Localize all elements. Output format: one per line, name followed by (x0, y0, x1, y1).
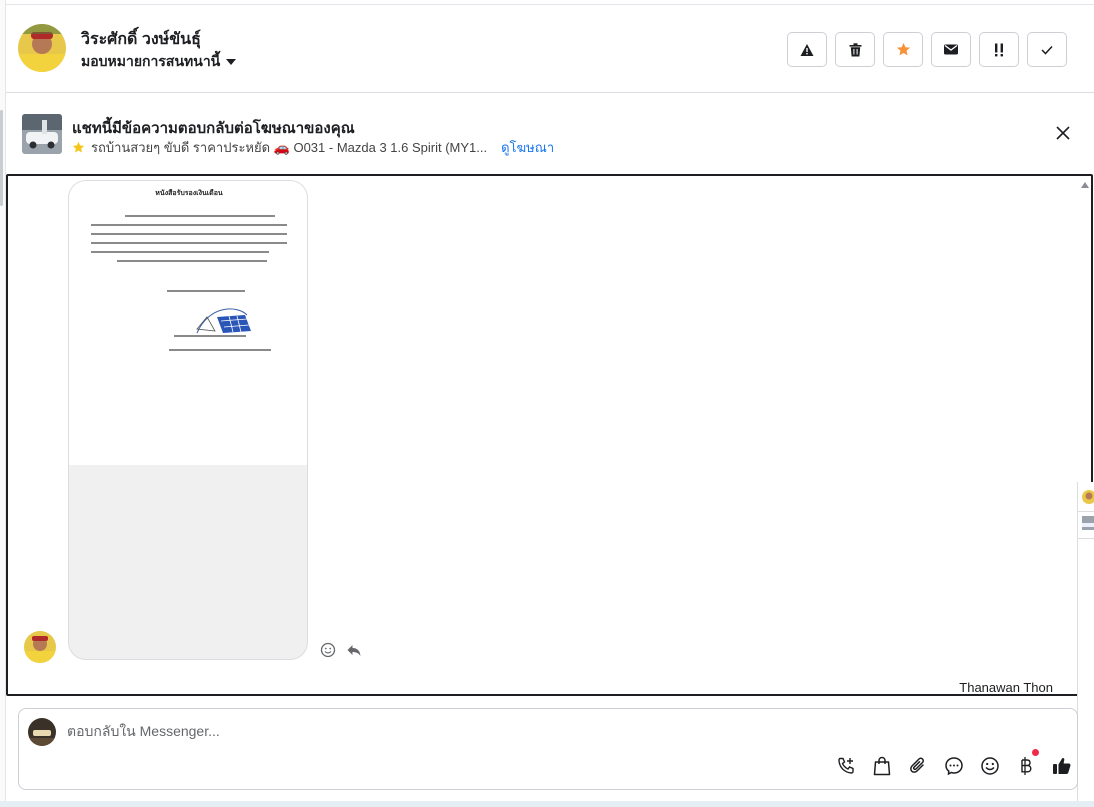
close-icon[interactable] (1054, 124, 1072, 142)
shopping-bag-icon (873, 756, 891, 776)
mark-done-button[interactable] (1027, 32, 1067, 67)
contact-name[interactable]: วิระศักดิ์ วงษ์ขันธุ์ (81, 27, 201, 52)
document-heading: หนังสือรับรองเงินเดือน (155, 189, 223, 197)
caret-down-icon (226, 59, 237, 65)
side-conversation-strip (1077, 482, 1094, 807)
assign-conversation-dropdown[interactable]: มอบหมายการสนทนานี้ (81, 51, 237, 73)
reply-icon[interactable] (346, 642, 362, 658)
important-icon (995, 43, 1003, 56)
contact-avatar[interactable] (18, 24, 66, 72)
warning-icon (800, 43, 814, 56)
page-avatar (28, 718, 56, 746)
star-icon (72, 141, 85, 153)
message-thread[interactable]: หนังสือรับรองเงินเดือน Thanawan Thon (6, 174, 1093, 696)
conversation-header: วิระศักดิ์ วงษ์ขันธุ์ มอบหมายการสนทนานี้ (6, 5, 1094, 93)
saved-replies-button[interactable] (943, 755, 965, 777)
baht-icon (1021, 757, 1032, 775)
paperclip-icon (910, 757, 924, 773)
follow-up-button[interactable] (979, 32, 1019, 67)
phone-add-icon (838, 757, 854, 774)
divider (1078, 511, 1094, 512)
composer-tools (835, 749, 1073, 777)
bottom-bar (0, 801, 1094, 807)
divider (1078, 538, 1094, 539)
messenger-inbox: วิระศักดิ์ วงษ์ขันธุ์ มอบหมายการสนทนานี้ (0, 0, 1094, 807)
check-icon (1041, 45, 1053, 55)
react-emoji-icon[interactable] (320, 642, 336, 658)
document-preview: หนังสือรับรองเงินเดือน (69, 181, 307, 465)
chat-bubble-icon (945, 757, 963, 776)
thumbs-up-icon (1053, 758, 1071, 774)
ad-thumbnail[interactable] (22, 114, 62, 154)
scroll-up-arrow[interactable] (1081, 182, 1089, 188)
payment-button[interactable] (1015, 749, 1039, 777)
sender-avatar[interactable] (24, 631, 56, 663)
mark-unread-button[interactable] (931, 32, 971, 67)
notification-dot (1032, 749, 1039, 756)
side-thumbnail[interactable] (1082, 516, 1094, 530)
star-icon (896, 42, 910, 56)
message-actions (320, 642, 362, 658)
emoji-button[interactable] (979, 755, 1001, 777)
shop-button[interactable] (871, 755, 893, 777)
trash-icon (849, 42, 861, 56)
ad-description: รถบ้านสวยๆ ขับดี ราคาประหยัด 🚗 O031 - Ma… (91, 140, 488, 155)
emoji-icon (981, 757, 999, 775)
attach-button[interactable] (907, 755, 929, 777)
envelope-icon (944, 44, 958, 55)
image-attachment[interactable]: หนังสือรับรองเงินเดือน (68, 180, 308, 660)
assign-label: มอบหมายการสนทนานี้ (81, 53, 221, 69)
agent-name: Thanawan Thon (959, 680, 1053, 695)
delete-button[interactable] (835, 32, 875, 67)
ad-reply-banner: แชทนี้มีข้อความตอบกลับต่อโฆษณาของคุณ รถบ… (6, 94, 1094, 172)
ad-banner-subtitle: รถบ้านสวยๆ ขับดี ราคาประหยัด 🚗 O031 - Ma… (72, 137, 554, 158)
side-avatar[interactable] (1082, 490, 1094, 504)
header-actions (787, 32, 1067, 67)
scroll-handle[interactable] (0, 110, 3, 206)
like-button[interactable] (1051, 755, 1073, 777)
star-button[interactable] (883, 32, 923, 67)
view-ad-link[interactable]: ดูโฆษณา (501, 137, 554, 158)
message-composer (18, 708, 1078, 790)
report-spam-button[interactable] (787, 32, 827, 67)
call-button[interactable] (835, 755, 857, 777)
reply-input[interactable] (67, 723, 767, 739)
